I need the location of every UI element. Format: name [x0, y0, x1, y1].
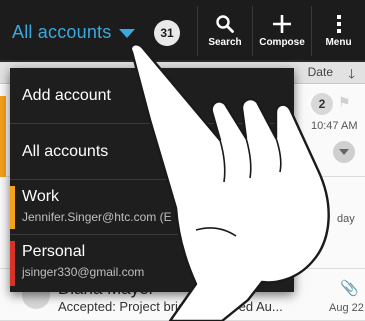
mail-date: Aug 22: [329, 302, 364, 314]
dropdown-item-label: Add account: [22, 87, 111, 104]
thread-count-badge: 2: [311, 93, 333, 115]
menu-button[interactable]: Menu: [312, 4, 365, 58]
account-color-stripe: [10, 241, 15, 286]
overflow-menu-icon: [336, 15, 341, 33]
dropdown-item-label: Work: [22, 188, 60, 205]
dropdown-item-work[interactable]: Work Jennifer.Singer@htc.com (E: [10, 180, 294, 235]
sort-label[interactable]: Date: [308, 65, 333, 79]
attachment-icon: 📎: [340, 280, 359, 297]
plus-icon: [273, 15, 291, 33]
mail-screen: Date 🡓 2 ⚑ 10:47 AM day Diana Mayer Acce…: [0, 0, 365, 321]
compose-button[interactable]: Compose: [253, 4, 311, 58]
expand-button[interactable]: [333, 141, 355, 163]
dropdown-item-add-account[interactable]: Add account: [10, 68, 294, 124]
mail-time: 10:47 AM: [311, 120, 358, 132]
menu-label: Menu: [325, 37, 352, 48]
sort-arrow-icon[interactable]: 🡓: [348, 65, 355, 87]
dropdown-item-email: jsinger330@gmail.com: [22, 265, 145, 279]
compose-label: Compose: [259, 37, 305, 48]
account-color-stripe: [10, 186, 15, 229]
dropdown-item-email: Jennifer.Singer@htc.com (E: [22, 210, 172, 224]
dropdown-caret-icon[interactable]: [119, 28, 136, 38]
search-label: Search: [208, 37, 242, 48]
mail-date: day: [337, 213, 355, 225]
mail-subject: Accepted: Project briefing @ Wed Au...: [58, 299, 283, 314]
search-icon: [216, 15, 234, 33]
account-dropdown: Add account All accounts Work Jennifer.S…: [10, 68, 294, 292]
account-selector-label[interactable]: All accounts: [12, 22, 111, 43]
flag-icon[interactable]: ⚑: [338, 94, 351, 111]
dropdown-item-all-accounts[interactable]: All accounts: [10, 124, 294, 180]
action-bar: All accounts 31 Search Compose Menu: [0, 0, 365, 62]
unread-count-badge: 31: [154, 20, 180, 46]
search-button[interactable]: Search: [198, 4, 252, 58]
dropdown-item-label: Personal: [22, 243, 86, 260]
account-selector[interactable]: All accounts: [12, 18, 136, 46]
dropdown-item-personal[interactable]: Personal jsinger330@gmail.com: [10, 235, 294, 292]
dropdown-item-label: All accounts: [22, 143, 109, 160]
